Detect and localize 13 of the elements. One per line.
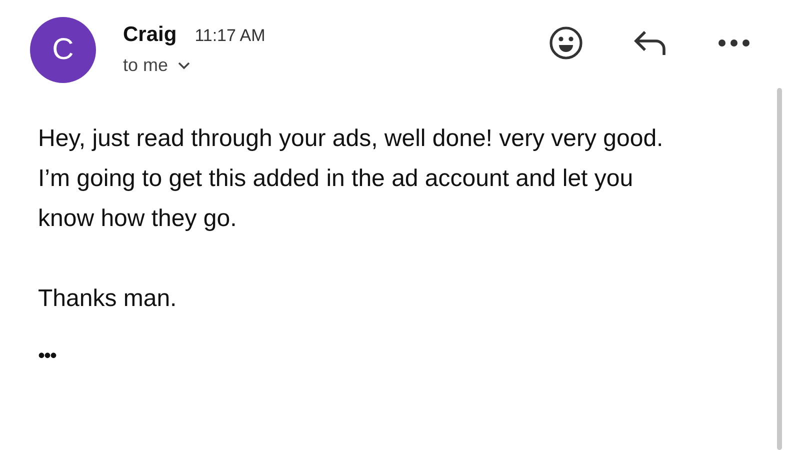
timestamp: 11:17 AM [194,26,266,46]
chevron-down-icon [178,62,190,70]
message-paragraph: Hey, just read through your ads, well done! very very good. I’m going to get this added in the ad account and let you know how they go. [38,124,664,234]
recipient-dropdown[interactable]: to me [123,55,266,76]
emoji-button[interactable] [548,25,584,61]
reply-icon [633,29,667,57]
more-icon [718,39,750,47]
sender-name: Craig [123,23,177,47]
scrollbar[interactable] [777,88,782,450]
show-trimmed-content-button[interactable]: ••• [38,345,56,368]
message-paragraph: Thanks man. [38,284,178,314]
smiley-icon [549,26,583,60]
avatar: C [30,17,96,83]
